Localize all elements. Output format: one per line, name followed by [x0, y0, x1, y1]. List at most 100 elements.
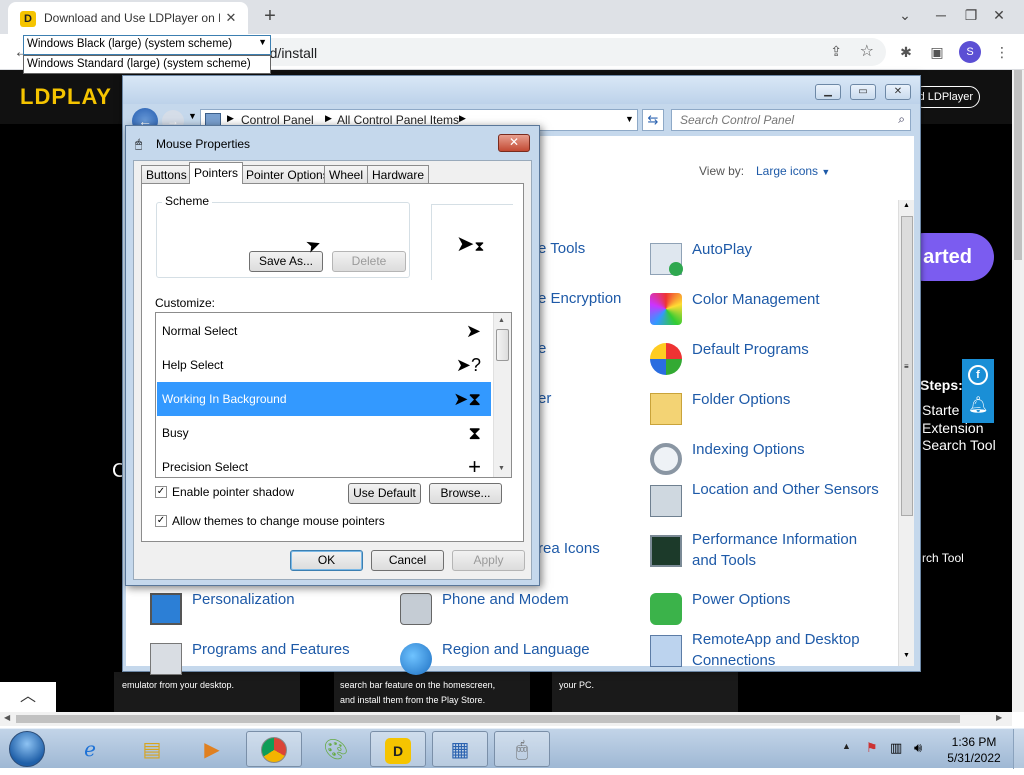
share-icon[interactable]: ⇪	[830, 43, 842, 60]
search-icon[interactable]: ⌕	[898, 112, 905, 127]
cp-item-partial[interactable]: e Tools	[538, 240, 585, 257]
side-panel-icon[interactable]: ▣	[926, 41, 948, 63]
apply-button[interactable]: Apply	[452, 550, 525, 571]
extensions-puzzle-icon[interactable]: ✱	[895, 41, 917, 63]
scroll-left-icon[interactable]: ◀	[4, 713, 10, 722]
enable-shadow-checkbox[interactable]: ✓	[155, 486, 167, 498]
pointer-row-busy[interactable]: Busy ⧗	[157, 416, 491, 450]
scrollbar-thumb[interactable]	[16, 715, 960, 723]
volume-icon[interactable]: 🔊︎	[914, 740, 922, 756]
show-hidden-icons-chevron-icon[interactable]: ▲	[842, 741, 851, 751]
refresh-icon[interactable]: ⇆	[642, 109, 664, 131]
page-vertical-scrollbar[interactable]	[1012, 70, 1024, 712]
control-panel-titlebar[interactable]: ▁ ▭ ✕	[123, 76, 920, 104]
browse-button[interactable]: Browse...	[429, 483, 502, 504]
breadcrumb-arrow-icon[interactable]: ▶	[325, 113, 332, 124]
scrollbar-thumb[interactable]	[1014, 70, 1022, 260]
cp-item-region-language[interactable]: Region and Language	[400, 639, 640, 679]
ldplayer-icon[interactable]: D	[370, 731, 426, 767]
ok-button[interactable]: OK	[290, 550, 363, 571]
tab-search-chevron-icon[interactable]: ⌄	[888, 0, 922, 30]
cp-close-button[interactable]: ✕	[885, 84, 911, 100]
cp-item-default-programs[interactable]: Default Programs	[650, 339, 890, 379]
cp-item-personalization[interactable]: Personalization	[150, 589, 390, 629]
cp-item-folder-options[interactable]: Folder Options	[650, 389, 890, 429]
tab-hardware[interactable]: Hardware	[367, 165, 430, 184]
mouse-taskbar-icon[interactable]: 🖱︎	[494, 731, 550, 767]
cp-item-indexing-options[interactable]: Indexing Options	[650, 439, 890, 479]
scrollbar-thumb[interactable]	[496, 329, 509, 361]
cp-item-color-management[interactable]: Color Management	[650, 289, 890, 329]
control-panel-taskbar-icon[interactable]: ▦	[432, 731, 488, 767]
profile-avatar[interactable]: S	[959, 41, 981, 63]
clock-time[interactable]: 1:36 PM	[944, 735, 1004, 749]
chevron-down-icon[interactable]: ▼	[258, 37, 267, 47]
cp-item-performance[interactable]: Performance Information and Tools	[650, 529, 890, 573]
bell-icon[interactable]: 🔔︎	[968, 395, 988, 415]
chrome-icon[interactable]	[246, 731, 302, 767]
tab-buttons[interactable]: Buttons	[141, 165, 192, 184]
bookmark-star-icon[interactable]: ☆	[860, 41, 874, 61]
scroll-right-icon[interactable]: ▶	[996, 713, 1002, 722]
scheme-option[interactable]: Windows Standard (large) (system scheme)	[27, 58, 251, 70]
new-tab-button[interactable]: +	[258, 5, 282, 29]
network-icon[interactable]: ▥	[890, 740, 902, 756]
dialog-close-button[interactable]: ✕	[498, 134, 530, 152]
use-default-button[interactable]: Use Default	[348, 483, 421, 504]
delete-button[interactable]: Delete	[332, 251, 406, 272]
file-explorer-icon[interactable]: ▤	[124, 731, 180, 767]
paint-icon[interactable]: 🎨︎	[308, 731, 364, 767]
pointer-list-scrollbar[interactable]: ▲ ▼	[493, 313, 511, 477]
browser-tab[interactable]: D Download and Use LDPlayer on PC ✕	[8, 2, 248, 34]
page-horizontal-scrollbar[interactable]: ◀ ▶	[0, 712, 1012, 726]
pointer-row-working-in-background[interactable]: Working In Background ➤⧗	[157, 382, 491, 416]
download-ldplayer-button[interactable]: d LDPlayer	[912, 86, 980, 108]
cp-item-phone-modem[interactable]: Phone and Modem	[400, 589, 640, 629]
show-desktop-button[interactable]	[1013, 729, 1024, 769]
ldplayer-logo[interactable]: LDPLAY	[20, 84, 112, 110]
recent-pages-chevron-icon[interactable]: ▼	[188, 111, 197, 121]
cp-item-programs-features[interactable]: Programs and Features	[150, 639, 390, 679]
pointer-list[interactable]: Normal Select ➤ Help Select ➤? Working I…	[155, 312, 512, 478]
allow-themes-label[interactable]: Allow themes to change mouse pointers	[172, 514, 385, 528]
action-center-flag-icon[interactable]: ⚑	[866, 740, 878, 756]
scheme-select[interactable]: Windows Black (large) (system scheme) ▼	[23, 35, 271, 55]
cp-search-input[interactable]: Search Control Panel ⌕	[671, 109, 911, 131]
pointer-row-normal-select[interactable]: Normal Select ➤	[157, 314, 491, 348]
scroll-up-icon[interactable]: ▲	[498, 317, 505, 324]
scroll-down-icon[interactable]: ▼	[903, 652, 910, 659]
minimize-button[interactable]: ─	[924, 0, 958, 30]
address-dropdown-icon[interactable]: ▼	[625, 114, 634, 124]
cp-item-autoplay[interactable]: AutoPlay	[650, 239, 890, 279]
scheme-dropdown-list[interactable]: Windows Standard (large) (system scheme)	[23, 55, 271, 74]
enable-shadow-label[interactable]: Enable pointer shadow	[172, 485, 294, 499]
scroll-up-icon[interactable]: ▲	[903, 202, 910, 209]
clock-date[interactable]: 5/31/2022	[944, 751, 1004, 765]
pointer-row-help-select[interactable]: Help Select ➤?	[157, 348, 491, 382]
allow-themes-checkbox[interactable]: ✓	[155, 515, 167, 527]
menu-kebab-icon[interactable]: ⋮	[991, 41, 1013, 63]
cp-item-remoteapp[interactable]: RemoteApp and Desktop Connections	[650, 629, 890, 673]
tab-close-icon[interactable]: ✕	[222, 9, 240, 27]
cancel-button[interactable]: Cancel	[371, 550, 444, 571]
scroll-down-icon[interactable]: ▼	[498, 465, 505, 472]
view-by-dropdown[interactable]: Large icons ▼	[756, 164, 830, 178]
breadcrumb-arrow-icon[interactable]: ▶	[459, 113, 466, 124]
tab-wheel[interactable]: Wheel	[324, 165, 369, 184]
cp-item-power-options[interactable]: Power Options	[650, 589, 890, 629]
tab-pointer-options[interactable]: Pointer Options	[241, 165, 334, 184]
close-window-button[interactable]: ✕	[982, 0, 1016, 30]
pointer-row-precision-select[interactable]: Precision Select +	[157, 450, 491, 477]
tab-pointers[interactable]: Pointers	[189, 162, 244, 184]
start-button[interactable]	[4, 730, 50, 768]
cp-maximize-button[interactable]: ▭	[850, 84, 876, 100]
breadcrumb-arrow-icon[interactable]: ▶	[227, 113, 234, 124]
media-player-icon[interactable]: ▶	[184, 731, 240, 767]
cp-item-partial[interactable]: e Encryption	[538, 290, 621, 307]
scroll-to-top-button[interactable]: ︿	[0, 682, 56, 712]
cp-item-partial[interactable]: rea Icons	[538, 540, 600, 557]
scrollbar-thumb[interactable]: ≡	[901, 216, 913, 516]
internet-explorer-icon[interactable]: ℯ	[62, 731, 118, 767]
facebook-icon[interactable]: f	[968, 365, 988, 385]
dialog-titlebar[interactable]: 🖱︎ Mouse Properties ✕	[126, 126, 539, 160]
